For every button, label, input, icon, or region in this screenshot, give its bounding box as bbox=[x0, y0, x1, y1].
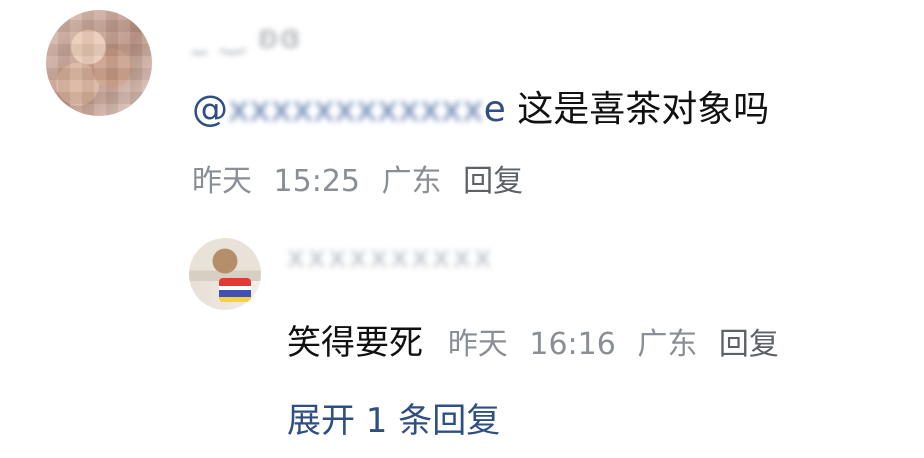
reply-text: 笑得要死 bbox=[287, 323, 423, 363]
comment-reply-button[interactable]: 回复 bbox=[463, 164, 523, 199]
comment-time: 15:25 bbox=[273, 164, 361, 199]
comment-meta: 昨天 15:25 广东 回复 bbox=[192, 156, 535, 200]
mention-at: @ bbox=[192, 89, 228, 130]
reply-body: 笑得要死 昨天 16:16 广东 回复 bbox=[287, 315, 791, 364]
expand-replies-link[interactable]: 展开 1 条回复 bbox=[287, 393, 500, 442]
comment-text: 这是喜茶对象吗 bbox=[517, 89, 770, 130]
reply-reply-button[interactable]: 回复 bbox=[719, 327, 779, 362]
reply-date: 昨天 bbox=[447, 327, 508, 362]
avatar-shirt-detail bbox=[219, 278, 251, 302]
reply-location: 广东 bbox=[637, 327, 698, 362]
comment-location: 广东 bbox=[381, 164, 442, 199]
comment-username[interactable]: _ ‿ ʚɞ bbox=[192, 20, 302, 55]
mention-suffix: e bbox=[483, 89, 506, 130]
reply-avatar[interactable] bbox=[189, 238, 261, 310]
reply-username[interactable]: xxxxxxxxxx bbox=[287, 240, 495, 275]
comment-body: @xxxxxxxxxxxxe 这是喜茶对象吗 bbox=[192, 80, 769, 132]
comment-avatar[interactable] bbox=[46, 10, 152, 116]
mention-name-blurred: xxxxxxxxxxxx bbox=[228, 89, 484, 130]
mention-link[interactable]: @xxxxxxxxxxxxe bbox=[192, 89, 517, 130]
reply-time: 16:16 bbox=[529, 327, 616, 362]
reply-meta: 昨天 16:16 广东 回复 bbox=[448, 327, 791, 362]
comment-date: 昨天 bbox=[192, 164, 252, 199]
